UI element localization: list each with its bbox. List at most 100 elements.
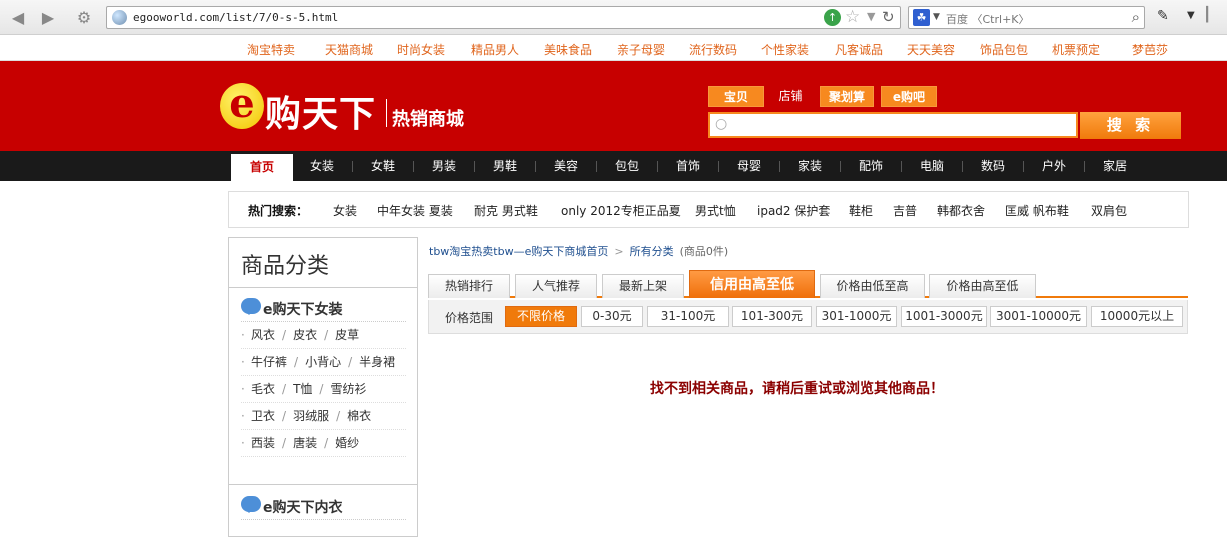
price-option[interactable]: 3001-10000元 <box>990 306 1087 327</box>
category-row: 卫衣/羽绒服/棉衣 <box>241 403 406 430</box>
tools-icon[interactable]: ✎ <box>1157 8 1169 24</box>
category-link[interactable]: 棉衣 <box>347 409 371 423</box>
nav-item-home[interactable]: 首页 <box>231 154 293 181</box>
top-link[interactable]: 流行数码 <box>689 41 737 58</box>
price-option[interactable]: 301-1000元 <box>816 306 897 327</box>
nav-item[interactable]: 美容 <box>544 151 588 181</box>
category-name[interactable]: e购天下女装 <box>263 299 343 319</box>
search-tab-ebar[interactable]: e购吧 <box>881 86 937 107</box>
nav-item[interactable]: 配饰 <box>849 151 893 181</box>
price-option[interactable]: 31-100元 <box>647 306 729 327</box>
price-option[interactable]: 0-30元 <box>581 306 643 327</box>
top-link[interactable]: 淘宝特卖 <box>247 41 295 58</box>
sort-tab[interactable]: 最新上架 <box>602 274 684 298</box>
sort-tab[interactable]: 人气推荐 <box>515 274 597 298</box>
nav-item[interactable]: 男鞋 <box>483 151 527 181</box>
top-link[interactable]: 天猫商城 <box>325 41 373 58</box>
sort-tab[interactable]: 价格由低至高 <box>820 274 925 298</box>
menu-icon[interactable]: ┃ <box>1203 7 1211 23</box>
address-bar[interactable]: egooworld.com/list/7/0-s-5.html ↑ ☆ ▼ ↻ <box>106 6 901 29</box>
browser-search-input[interactable]: 百度 〈Ctrl+K〉 <box>946 11 1030 27</box>
hot-search-item[interactable]: only 2012专柜正品夏 <box>561 202 681 219</box>
breadcrumb-arrow-icon: > <box>614 245 624 258</box>
history-icon[interactable]: ⚙ <box>74 8 94 28</box>
category-link[interactable]: 毛衣 <box>251 382 275 396</box>
nav-item[interactable]: 母婴 <box>727 151 771 181</box>
engine-dropdown-icon[interactable]: ▼ <box>933 12 940 22</box>
nav-item[interactable]: 女装 <box>300 151 344 181</box>
url-text[interactable]: egooworld.com/list/7/0-s-5.html <box>133 11 338 24</box>
nav-item[interactable]: 户外 <box>1032 151 1076 181</box>
category-link[interactable]: 西装 <box>251 436 275 450</box>
go-icon[interactable]: ↑ <box>824 9 841 26</box>
category-link[interactable]: 唐装 <box>293 436 317 450</box>
top-link[interactable]: 凡客诚品 <box>835 41 883 58</box>
nav-divider <box>901 161 902 172</box>
nav-item[interactable]: 数码 <box>971 151 1015 181</box>
top-link[interactable]: 美味食品 <box>544 41 592 58</box>
tools-dropdown-icon[interactable]: ▼ <box>1187 10 1195 21</box>
category-link[interactable]: 婚纱 <box>335 436 359 450</box>
category-link[interactable]: 卫衣 <box>251 409 275 423</box>
category-name[interactable]: e购天下内衣 <box>263 497 343 517</box>
category-link[interactable]: T恤 <box>293 382 312 396</box>
sort-tab[interactable]: 价格由高至低 <box>929 274 1036 298</box>
hot-search-item[interactable]: 鞋柜 <box>849 202 873 219</box>
back-icon[interactable]: ◀ <box>8 8 28 28</box>
hot-search-item[interactable]: 韩都衣舍 <box>937 202 985 219</box>
nav-item[interactable]: 包包 <box>605 151 649 181</box>
breadcrumb-home[interactable]: tbw淘宝热卖tbw—e购天下商城首页 <box>429 245 608 258</box>
category-header[interactable]: e购天下女装 <box>241 298 406 322</box>
nav-item[interactable]: 男装 <box>422 151 466 181</box>
site-search-input[interactable]: ○ <box>708 112 1078 138</box>
price-option[interactable]: 10000元以上 <box>1091 306 1183 327</box>
search-button[interactable]: 搜 索 <box>1080 112 1181 139</box>
browser-search-box[interactable]: ☘ ▼ 百度 〈Ctrl+K〉 ⌕ <box>908 6 1145 29</box>
chevron-down-icon[interactable]: ▼ <box>867 10 875 23</box>
breadcrumb-current[interactable]: 所有分类 <box>630 245 674 258</box>
forward-icon[interactable]: ▶ <box>38 8 58 28</box>
price-option[interactable]: 101-300元 <box>732 306 812 327</box>
hot-search-item[interactable]: 男式t恤 <box>695 202 736 219</box>
nav-item[interactable]: 家居 <box>1093 151 1137 181</box>
hot-search-item[interactable]: ipad2 保护套 <box>757 202 830 219</box>
nav-item[interactable]: 家装 <box>788 151 832 181</box>
hot-search-item[interactable]: 双肩包 <box>1091 202 1127 219</box>
sort-tab[interactable]: 热销排行 <box>428 274 510 298</box>
bookmark-star-icon[interactable]: ☆ <box>845 7 860 27</box>
top-link[interactable]: 饰品包包 <box>980 41 1028 58</box>
top-link[interactable]: 亲子母婴 <box>617 41 665 58</box>
hot-search-item[interactable]: 中年女装 夏装 <box>377 202 453 219</box>
reload-icon[interactable]: ↻ <box>882 8 895 26</box>
category-link[interactable]: 羽绒服 <box>293 409 329 423</box>
top-link[interactable]: 时尚女装 <box>397 41 445 58</box>
category-link[interactable]: 小背心 <box>305 355 341 369</box>
hot-search-item[interactable]: 匡威 帆布鞋 <box>1005 202 1069 219</box>
search-tab-shop[interactable]: 店铺 <box>768 86 813 107</box>
search-tab-juhuasuan[interactable]: 聚划算 <box>820 86 874 107</box>
price-option[interactable]: 1001-3000元 <box>901 306 987 327</box>
category-link[interactable]: 风衣 <box>251 328 275 342</box>
category-link[interactable]: 牛仔裤 <box>251 355 287 369</box>
search-tab-item[interactable]: 宝贝 <box>708 86 764 107</box>
hot-search-item[interactable]: 耐克 男式鞋 <box>474 202 538 219</box>
search-icon[interactable]: ⌕ <box>1132 8 1140 26</box>
category-link[interactable]: 皮草 <box>335 328 359 342</box>
top-link[interactable]: 机票预定 <box>1052 41 1100 58</box>
category-link[interactable]: 半身裙 <box>359 355 395 369</box>
nav-item[interactable]: 女鞋 <box>361 151 405 181</box>
hot-search-item[interactable]: 吉普 <box>893 202 917 219</box>
top-link[interactable]: 梦芭莎 <box>1132 41 1168 58</box>
category-link[interactable]: 雪纺衫 <box>330 382 366 396</box>
sort-tab-active[interactable]: 信用由高至低 <box>689 270 815 298</box>
nav-item[interactable]: 电脑 <box>910 151 954 181</box>
category-header[interactable]: e购天下内衣 <box>241 496 406 520</box>
top-link[interactable]: 个性家装 <box>761 41 809 58</box>
hot-search-item[interactable]: 女装 <box>333 202 357 219</box>
category-link[interactable]: 皮衣 <box>293 328 317 342</box>
top-link[interactable]: 天天美容 <box>907 41 955 58</box>
baidu-paw-icon[interactable]: ☘ <box>913 9 930 26</box>
price-option-active[interactable]: 不限价格 <box>505 306 577 327</box>
top-link[interactable]: 精品男人 <box>471 41 519 58</box>
nav-item[interactable]: 首饰 <box>666 151 710 181</box>
